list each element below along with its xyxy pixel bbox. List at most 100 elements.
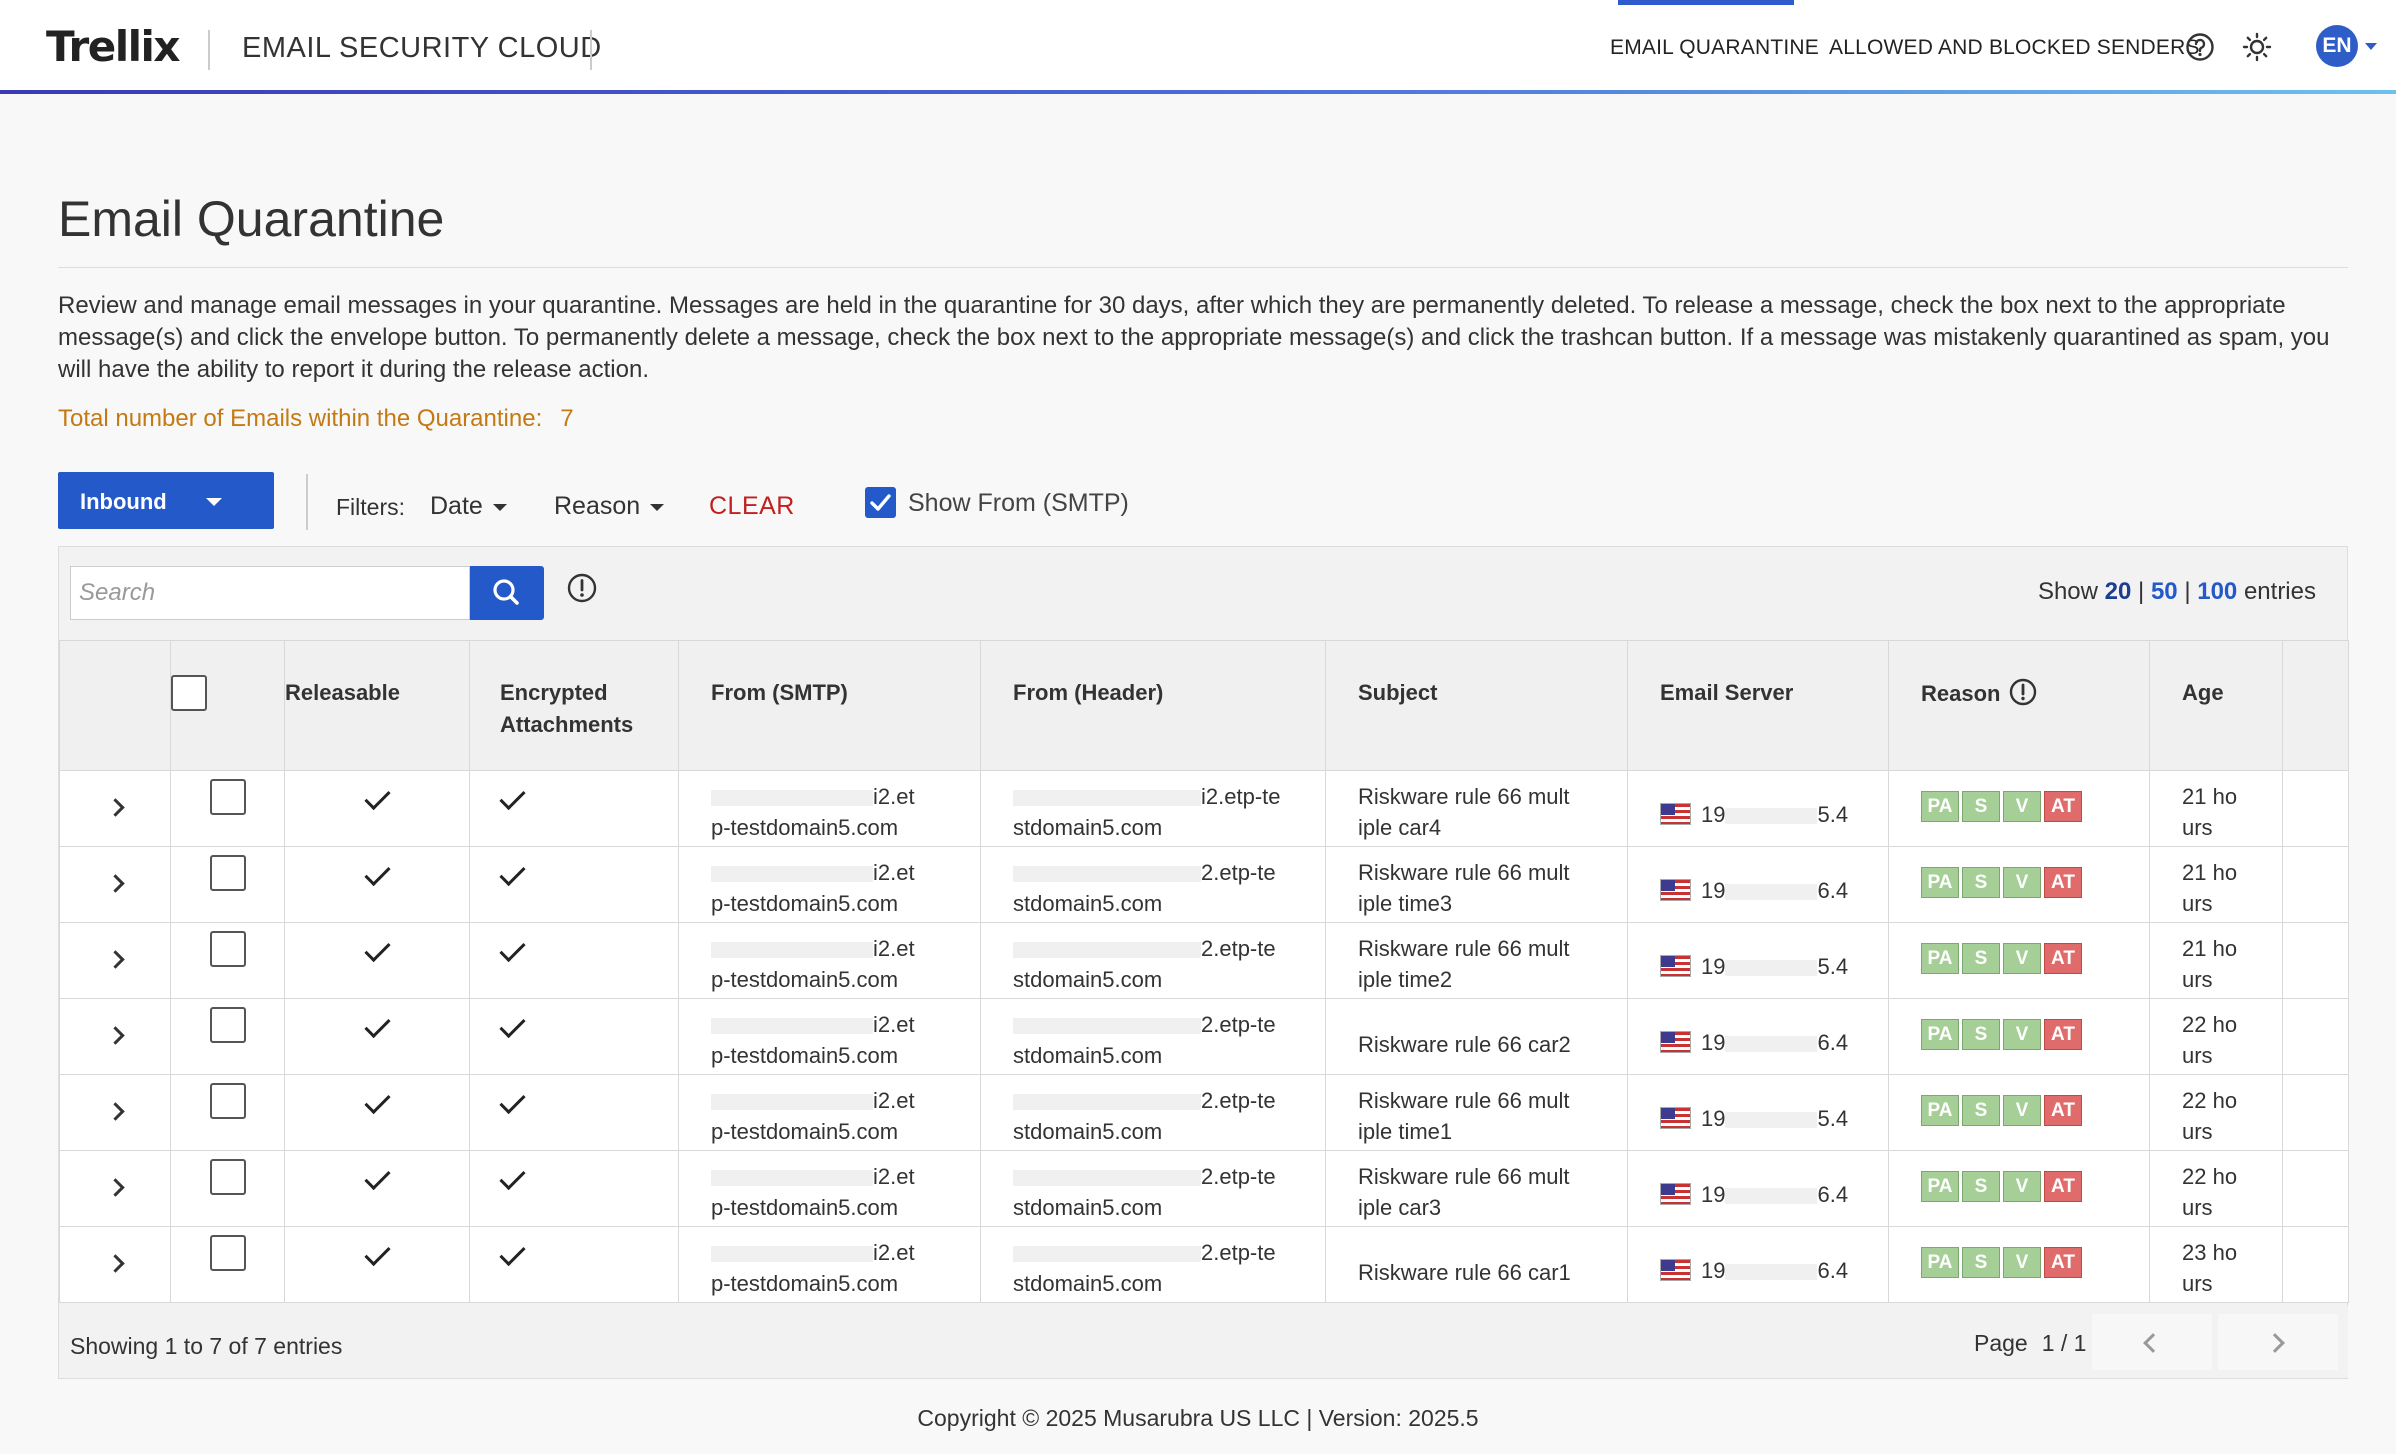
subject-cell: Riskware rule 66 car1 [1325,1226,1628,1303]
user-avatar[interactable]: EN [2316,25,2358,67]
email-server-cell: 19 6.4 [1627,1226,1889,1303]
chevron-right-icon[interactable] [105,950,125,969]
column-age[interactable]: Age [2149,640,2283,771]
chevron-right-icon[interactable] [105,798,125,817]
expand-cell[interactable] [59,846,171,923]
from-header-cell: 2.etp-te stdomain5.com [980,998,1326,1075]
column-subject[interactable]: Subject [1325,640,1628,771]
page-size-100[interactable]: 100 [2197,578,2237,605]
filter-reason-dropdown[interactable]: Reason [554,492,665,521]
info-icon[interactable] [566,572,598,604]
select-all-checkbox[interactable] [171,675,207,711]
page-size-50[interactable]: 50 [2151,578,2178,605]
help-circle-icon[interactable] [2185,32,2215,62]
row-checkbox[interactable] [209,855,246,891]
filter-date-dropdown[interactable]: Date [430,492,507,521]
table-row[interactable]: i2.et p-testdomain5.com 2.etp-te stdomain5… [59,1226,2349,1303]
redacted-text [711,1094,873,1111]
select-cell [170,1226,285,1303]
search-input[interactable] [70,566,470,620]
age-line: 22 ho [2182,1088,2238,1113]
column-encrypted-attachments[interactable]: Encrypted Attachments [469,640,679,771]
reason-badge-at: AT [2044,867,2082,898]
nav-email-quarantine[interactable]: EMAIL QUARANTINE [1610,36,1819,60]
from-header-line: stdomain5.com [1013,1271,1163,1296]
chevron-right-icon[interactable] [105,1178,125,1197]
next-page-button[interactable] [2218,1314,2338,1370]
check-icon [363,783,391,811]
from-smtp-line: i2.et [873,1164,915,1189]
chevron-right-icon[interactable] [105,1026,125,1045]
chevron-down-icon [492,503,507,511]
redacted-text [1725,1264,1818,1281]
chevron-right-icon[interactable] [105,1254,125,1273]
page-size-selector: Show 20 | 50 | 100 entries [2037,578,2316,605]
column-reason[interactable]: Reason [1888,640,2150,771]
from-smtp-cell: i2.et p-testdomain5.com [678,770,981,847]
email-server-cell: 19 5.4 [1627,770,1889,847]
page-size-20[interactable]: 20 [2105,578,2132,605]
redacted-text [1013,1246,1201,1263]
search-button[interactable] [470,566,544,620]
row-actions-cell [2282,998,2349,1075]
expand-cell[interactable] [59,1074,171,1151]
header-gradient-line [0,90,2396,94]
from-header-line: stdomain5.com [1013,1043,1163,1068]
table-row[interactable]: i2.et p-testdomain5.com 2.etp-te stdomain5… [59,922,2349,999]
info-icon[interactable] [2008,677,2038,707]
reason-badge-at: AT [2044,1247,2082,1278]
check-icon [499,859,526,887]
releasable-cell [284,922,470,999]
expand-cell[interactable] [59,1150,171,1227]
nav-allowed-blocked-senders[interactable]: ALLOWED AND BLOCKED SENDERS [1829,36,2200,60]
from-smtp-line: i2.et [873,936,915,961]
chevron-down-icon[interactable] [2365,43,2377,50]
show-smtp-checkbox[interactable] [865,487,896,518]
from-smtp-line: p-testdomain5.com [711,1195,899,1220]
encrypted-cell [469,1150,679,1227]
table-row[interactable]: i2.et p-testdomain5.com i2.etp-te stdomain… [59,770,2349,847]
reason-badge-pa: PA [1921,943,1959,974]
subject-line: Riskware rule 66 car1 [1358,1260,1571,1285]
page-title: Email Quarantine [58,191,445,247]
row-checkbox[interactable] [209,1007,246,1043]
from-smtp-line: i2.et [873,784,915,809]
subject-line: iple car4 [1358,815,1442,840]
column-from-smtp[interactable]: From (SMTP) [678,640,981,771]
row-actions-cell [2282,922,2349,999]
chevron-right-icon[interactable] [105,1102,125,1121]
chevron-down-icon [206,498,222,506]
from-header-cell: i2.etp-te stdomain5.com [980,770,1326,847]
show-smtp-label[interactable]: Show From (SMTP) [908,489,1129,518]
direction-dropdown[interactable]: Inbound [58,472,274,529]
chevron-right-icon[interactable] [105,874,125,893]
clear-filters-button[interactable]: CLEAR [709,492,795,521]
column-email-server[interactable]: Email Server [1627,640,1889,771]
email-server-cell: 19 5.4 [1627,922,1889,999]
row-checkbox[interactable] [209,1159,246,1195]
previous-page-button[interactable] [2092,1314,2212,1370]
from-smtp-cell: i2.et p-testdomain5.com [678,846,981,923]
expand-cell[interactable] [59,998,171,1075]
trellix-logo[interactable]: Trellix [46,22,181,71]
table-row[interactable]: i2.et p-testdomain5.com 2.etp-te stdomain5… [59,1150,2349,1227]
row-checkbox[interactable] [209,931,246,967]
table-row[interactable]: i2.et p-testdomain5.com 2.etp-te stdomain5… [59,1074,2349,1151]
row-checkbox[interactable] [209,1083,246,1119]
table-row[interactable]: i2.et p-testdomain5.com 2.etp-te stdomain5… [59,846,2349,923]
redacted-text [1725,1188,1818,1205]
product-name: EMAIL SECURITY CLOUD [242,32,602,64]
row-checkbox[interactable] [209,779,246,815]
expand-cell[interactable] [59,1226,171,1303]
from-header-cell: 2.etp-te stdomain5.com [980,1150,1326,1227]
expand-cell[interactable] [59,922,171,999]
row-checkbox[interactable] [209,1235,246,1271]
column-releasable[interactable]: Releasable [284,640,470,771]
row-actions-cell [2282,846,2349,923]
quarantine-table: Releasable Encrypted Attachments From (S… [59,640,2349,1303]
sun-icon[interactable] [2242,32,2272,62]
column-from-header[interactable]: From (Header) [980,640,1326,771]
expand-cell[interactable] [59,770,171,847]
table-row[interactable]: i2.et p-testdomain5.com 2.etp-te stdomain5… [59,998,2349,1075]
subject-cell: Riskware rule 66 mult iple car3 [1325,1150,1628,1227]
